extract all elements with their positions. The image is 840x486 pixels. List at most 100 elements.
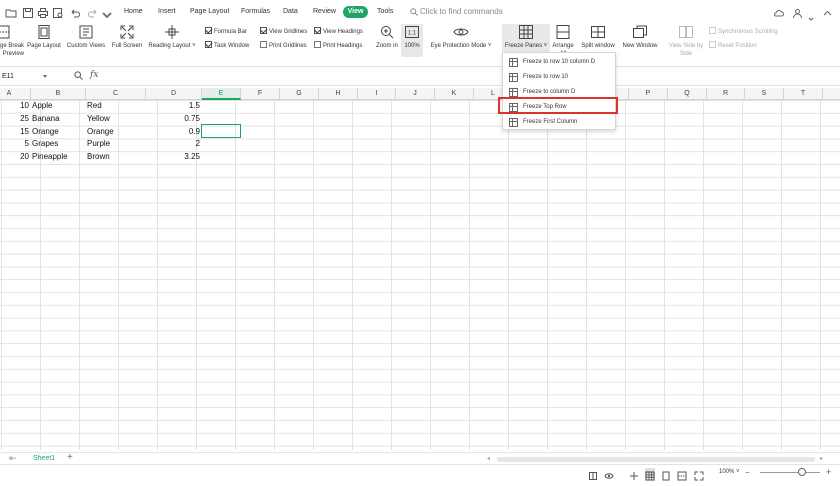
table-cell[interactable]: 20 <box>0 151 29 164</box>
tab-sheet1[interactable]: Sheet1 <box>33 454 55 464</box>
column-header-selected[interactable]: E <box>202 88 241 100</box>
column-header[interactable]: B <box>31 88 86 100</box>
table-cell[interactable]: 5 <box>0 138 29 151</box>
freeze-panes-button[interactable]: Freeze Panes ˅ <box>502 24 550 52</box>
full-screen-icon[interactable] <box>694 468 704 481</box>
menu-tools[interactable]: Tools <box>377 8 393 15</box>
menu-view[interactable]: View <box>343 6 368 18</box>
table-cell[interactable]: 15 <box>0 126 29 139</box>
add-sheet-button[interactable]: + <box>67 453 73 463</box>
collaborate-icon[interactable] <box>792 6 803 19</box>
scroll-right-icon[interactable]: ▸ <box>820 455 823 462</box>
open-icon[interactable] <box>5 6 17 18</box>
column-header[interactable]: T <box>784 88 823 100</box>
column-header[interactable]: G <box>280 88 319 100</box>
menu-formulas[interactable]: Formulas <box>241 8 270 15</box>
column-header[interactable]: Q <box>668 88 707 100</box>
column-header[interactable]: P <box>629 88 668 100</box>
name-box[interactable]: E11 <box>0 71 46 83</box>
print-gridlines-checkbox[interactable]: Print Gridlines <box>260 41 307 51</box>
column-header[interactable]: A <box>0 88 31 100</box>
menu-review[interactable]: Review <box>313 8 336 15</box>
reading-layout-button[interactable]: Reading Layout ˅ <box>146 24 198 50</box>
table-cell[interactable]: 2 <box>146 138 200 151</box>
scroll-left-icon[interactable]: ◂ <box>487 455 490 462</box>
zoom-slider-handle[interactable] <box>798 468 806 476</box>
column-header[interactable]: F <box>241 88 280 100</box>
column-header[interactable]: I <box>358 88 396 100</box>
cloud-icon[interactable] <box>773 6 784 17</box>
normal-view-icon[interactable] <box>645 468 655 481</box>
zoom-in-button[interactable]: Zoom in <box>373 24 401 50</box>
zoom-icon[interactable] <box>74 71 83 82</box>
table-cell[interactable]: Apple <box>32 100 52 113</box>
column-header[interactable]: K <box>435 88 474 100</box>
view-gridlines-checkbox[interactable]: View Gridlines <box>260 27 307 37</box>
new-window-button[interactable]: New Window <box>620 24 660 50</box>
page-break-preview-button[interactable]: Page Break Preview <box>0 24 24 58</box>
table-cell[interactable]: 10 <box>0 100 29 113</box>
collapse-ribbon-icon[interactable] <box>822 6 833 17</box>
custom-views-button[interactable]: Custom Views <box>65 24 107 50</box>
reading-mode-icon[interactable] <box>629 468 639 480</box>
chevron-down-icon[interactable] <box>43 75 47 78</box>
table-cell[interactable]: Grapes <box>32 138 58 151</box>
table-cell[interactable]: Purple <box>87 138 110 151</box>
table-cell[interactable]: Brown <box>87 151 110 164</box>
tab-nav-icon[interactable]: ⇤ <box>9 453 17 463</box>
menu-item-freeze-row[interactable]: Freeze to row 10 <box>504 71 614 84</box>
page-break-view-icon[interactable] <box>677 468 687 481</box>
split-window-button[interactable]: Split window <box>579 24 617 50</box>
column-header[interactable]: D <box>146 88 202 100</box>
chevron-down-icon[interactable] <box>808 9 814 21</box>
menu-data[interactable]: Data <box>283 8 298 15</box>
column-header[interactable]: J <box>396 88 435 100</box>
full-screen-button[interactable]: Full Screen <box>109 24 145 50</box>
print-headings-checkbox[interactable]: Print Headings <box>314 41 362 51</box>
table-cell[interactable]: Pineapple <box>32 151 68 164</box>
menu-item-freeze-row-col[interactable]: Freeze to row 10 column D <box>504 56 614 69</box>
table-cell[interactable]: 1.5 <box>146 100 200 113</box>
page-icon[interactable] <box>588 468 598 480</box>
table-cell[interactable]: Orange <box>87 126 114 139</box>
column-header[interactable]: H <box>319 88 358 100</box>
fx-button[interactable]: fx <box>90 70 98 80</box>
save-icon[interactable] <box>22 6 34 18</box>
chevron-down-icon[interactable] <box>101 8 112 19</box>
table-cell[interactable]: 3.25 <box>146 151 200 164</box>
find-commands[interactable]: Click to find commands <box>410 7 503 16</box>
zoom-slider[interactable] <box>760 472 820 473</box>
print-icon[interactable] <box>37 6 49 18</box>
page-layout-view-icon[interactable] <box>661 468 671 481</box>
selected-cell[interactable] <box>201 124 241 138</box>
worksheet-grid[interactable]: 10 Apple Red 1.5 25 Banana Yellow 0.75 1… <box>0 100 840 450</box>
zoom-100-button[interactable]: 1:1 100% <box>401 24 423 57</box>
print-preview-icon[interactable] <box>52 6 64 18</box>
table-cell[interactable]: 0.9 <box>146 126 200 139</box>
zoom-out-icon[interactable]: − <box>745 468 750 477</box>
view-headings-checkbox[interactable]: View Headings <box>314 27 363 37</box>
eye-icon[interactable] <box>604 468 614 479</box>
column-header[interactable]: C <box>86 88 146 100</box>
menu-home[interactable]: Home <box>124 8 143 15</box>
formula-bar-checkbox[interactable]: Formula Bar <box>205 27 247 37</box>
column-header[interactable]: S <box>745 88 784 100</box>
column-header[interactable]: R <box>707 88 745 100</box>
undo-icon[interactable] <box>69 6 81 18</box>
zoom-level[interactable]: 100% ˅ <box>719 469 740 475</box>
table-cell[interactable]: Banana <box>32 113 60 126</box>
zoom-in-icon[interactable]: + <box>826 467 831 477</box>
menu-item-freeze-first-column[interactable]: Freeze First Column <box>504 116 614 129</box>
table-cell[interactable]: 0.75 <box>146 113 200 126</box>
table-cell[interactable]: Orange <box>32 126 59 139</box>
horizontal-scrollbar[interactable] <box>497 457 815 462</box>
menu-insert[interactable]: Insert <box>158 8 176 15</box>
table-cell[interactable]: Yellow <box>87 113 110 126</box>
menu-page-layout[interactable]: Page Layout <box>190 8 229 15</box>
eye-protection-button[interactable]: Eye Protection Mode ˅ <box>428 24 494 50</box>
redo-icon[interactable] <box>87 6 99 18</box>
table-cell[interactable]: 25 <box>0 113 29 126</box>
table-cell[interactable]: Red <box>87 100 102 113</box>
task-window-checkbox[interactable]: Task Window <box>205 41 249 51</box>
page-layout-button[interactable]: Page Layout <box>24 24 64 50</box>
